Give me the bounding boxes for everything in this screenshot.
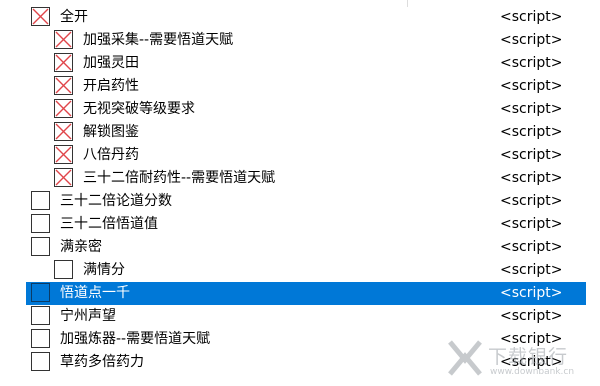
cheat-entry-row[interactable]: 加强灵田 <script> [0,52,600,75]
cheat-entry-row[interactable]: 宁州声望 <script> [0,305,600,328]
entry-description: 三十二倍论道分数 [60,193,172,209]
entry-value: <script> [500,308,563,324]
checked-checkbox[interactable] [54,122,73,141]
checked-checkbox[interactable] [31,7,50,26]
entry-description: 三十二倍耐药性--需要悟道天赋 [83,170,276,186]
entry-description: 草药多倍药力 [60,354,144,370]
entry-value: <script> [500,216,563,232]
entry-description: 加强灵田 [83,55,139,71]
unchecked-checkbox[interactable] [31,214,50,233]
entry-description: 解锁图鉴 [83,124,139,140]
entry-value: <script> [500,9,563,25]
unchecked-checkbox[interactable] [31,237,50,256]
checked-checkbox[interactable] [54,168,73,187]
entry-value: <script> [500,78,563,94]
watermark-brand: 下载银行 [488,346,569,368]
unchecked-checkbox[interactable] [31,191,50,210]
cross-mark-icon [55,77,72,94]
cheat-entry-row[interactable]: 悟道点一千 <script> [0,282,600,305]
cheat-entry-row[interactable]: 解锁图鉴 <script> [0,121,600,144]
cheat-entry-row[interactable]: 三十二倍耐药性--需要悟道天赋 <script> [0,167,600,190]
entry-description: 开启药性 [83,78,139,94]
cross-mark-icon [55,54,72,71]
entry-description: 无视突破等级要求 [83,101,195,117]
entry-description: 悟道点一千 [60,285,130,301]
checked-checkbox[interactable] [54,99,73,118]
cheat-entry-row[interactable]: 无视突破等级要求 <script> [0,98,600,121]
cross-mark-icon [32,8,49,25]
cheat-entry-row[interactable]: 全开 <script> [0,6,600,29]
cheat-entry-row[interactable]: 满情分 <script> [0,259,600,282]
entry-value: <script> [500,262,563,278]
checked-checkbox[interactable] [54,53,73,72]
cheat-entry-row[interactable]: 开启药性 <script> [0,75,600,98]
cross-mark-icon [55,31,72,48]
unchecked-checkbox[interactable] [54,260,73,279]
entry-value: <script> [500,147,563,163]
cross-mark-icon [55,100,72,117]
downbank-watermark: 下载银行 www.downbank.cn [446,338,596,382]
entry-description: 满亲密 [60,239,102,255]
entry-description: 八倍丹药 [83,147,139,163]
unchecked-checkbox[interactable] [31,283,50,302]
entry-description: 宁州声望 [60,308,116,324]
unchecked-checkbox[interactable] [31,352,50,371]
watermark-url: www.downbank.cn [490,367,575,377]
entry-value: <script> [500,193,563,209]
entry-description: 加强采集--需要悟道天赋 [83,32,234,48]
entry-value: <script> [500,32,563,48]
entry-description: 满情分 [83,262,125,278]
entry-value: <script> [500,239,563,255]
entry-value: <script> [500,101,563,117]
cheat-entry-row[interactable]: 三十二倍悟道值 <script> [0,213,600,236]
cheat-entry-row[interactable]: 满亲密 <script> [0,236,600,259]
cheat-entry-row[interactable]: 加强采集--需要悟道天赋 <script> [0,29,600,52]
entry-description: 三十二倍悟道值 [60,216,158,232]
cross-mark-icon [55,169,72,186]
entry-description: 全开 [60,9,88,25]
entry-value: <script> [500,285,563,301]
downbank-logo-icon [448,340,482,376]
entry-description: 加强炼器--需要悟道天赋 [60,331,211,347]
checked-checkbox[interactable] [54,145,73,164]
entry-value: <script> [500,170,563,186]
unchecked-checkbox[interactable] [31,306,50,325]
entry-value: <script> [500,55,563,71]
checked-checkbox[interactable] [54,76,73,95]
cross-mark-icon [55,123,72,140]
entry-value: <script> [500,124,563,140]
cheat-entry-row[interactable]: 三十二倍论道分数 <script> [0,190,600,213]
cheat-entry-row[interactable]: 八倍丹药 <script> [0,144,600,167]
checked-checkbox[interactable] [54,30,73,49]
cross-mark-icon [55,146,72,163]
unchecked-checkbox[interactable] [31,329,50,348]
